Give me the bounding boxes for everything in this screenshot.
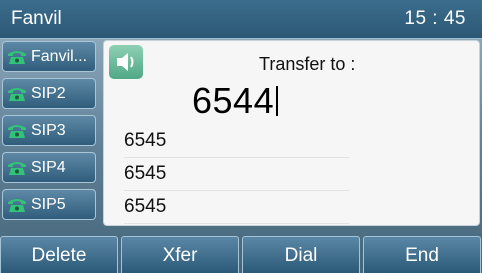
- line-key-label: SIP3: [31, 122, 66, 139]
- speaker-icon: [109, 45, 143, 79]
- phone-screen: Fanvil 15 : 45 Fanvil... SIP2 SIP3 SIP4 …: [0, 0, 482, 273]
- line-key-label: SIP2: [31, 85, 66, 102]
- status-bar: Fanvil 15 : 45: [0, 0, 482, 39]
- number-entry[interactable]: 6544: [192, 81, 278, 121]
- text-cursor: [276, 86, 278, 116]
- phone-icon: [8, 125, 26, 138]
- phone-icon: [8, 162, 26, 175]
- delete-button[interactable]: Delete: [0, 236, 118, 273]
- line-key-label: SIP5: [31, 196, 66, 213]
- phone-icon: [8, 51, 26, 64]
- line-key-label: SIP4: [31, 159, 66, 176]
- line-key-4[interactable]: SIP4: [2, 152, 96, 183]
- transfer-prompt: Transfer to :: [259, 54, 356, 74]
- suggestion-item[interactable]: 6545: [124, 158, 349, 191]
- suggestion-item[interactable]: 6545: [124, 191, 349, 224]
- app-title: Fanvil: [11, 8, 62, 29]
- line-key-3[interactable]: SIP3: [2, 115, 96, 146]
- transfer-panel: Transfer to : 6544 6545 6545 6545: [103, 40, 480, 226]
- dial-number-input[interactable]: 6544: [192, 81, 274, 121]
- phone-icon: [8, 88, 26, 101]
- suggestion-item[interactable]: 6545: [124, 125, 349, 158]
- clock: 15 : 45: [404, 8, 466, 29]
- xfer-button[interactable]: Xfer: [121, 236, 239, 273]
- dial-button[interactable]: Dial: [242, 236, 360, 273]
- line-keys: Fanvil... SIP2 SIP3 SIP4 SIP5: [2, 41, 98, 226]
- softkey-bar: Delete Xfer Dial End: [0, 236, 482, 273]
- line-key-2[interactable]: SIP2: [2, 78, 96, 109]
- line-key-1[interactable]: Fanvil...: [2, 41, 96, 72]
- line-key-5[interactable]: SIP5: [2, 189, 96, 220]
- phone-icon: [8, 199, 26, 212]
- line-key-label: Fanvil...: [31, 48, 88, 65]
- end-button[interactable]: End: [363, 236, 481, 273]
